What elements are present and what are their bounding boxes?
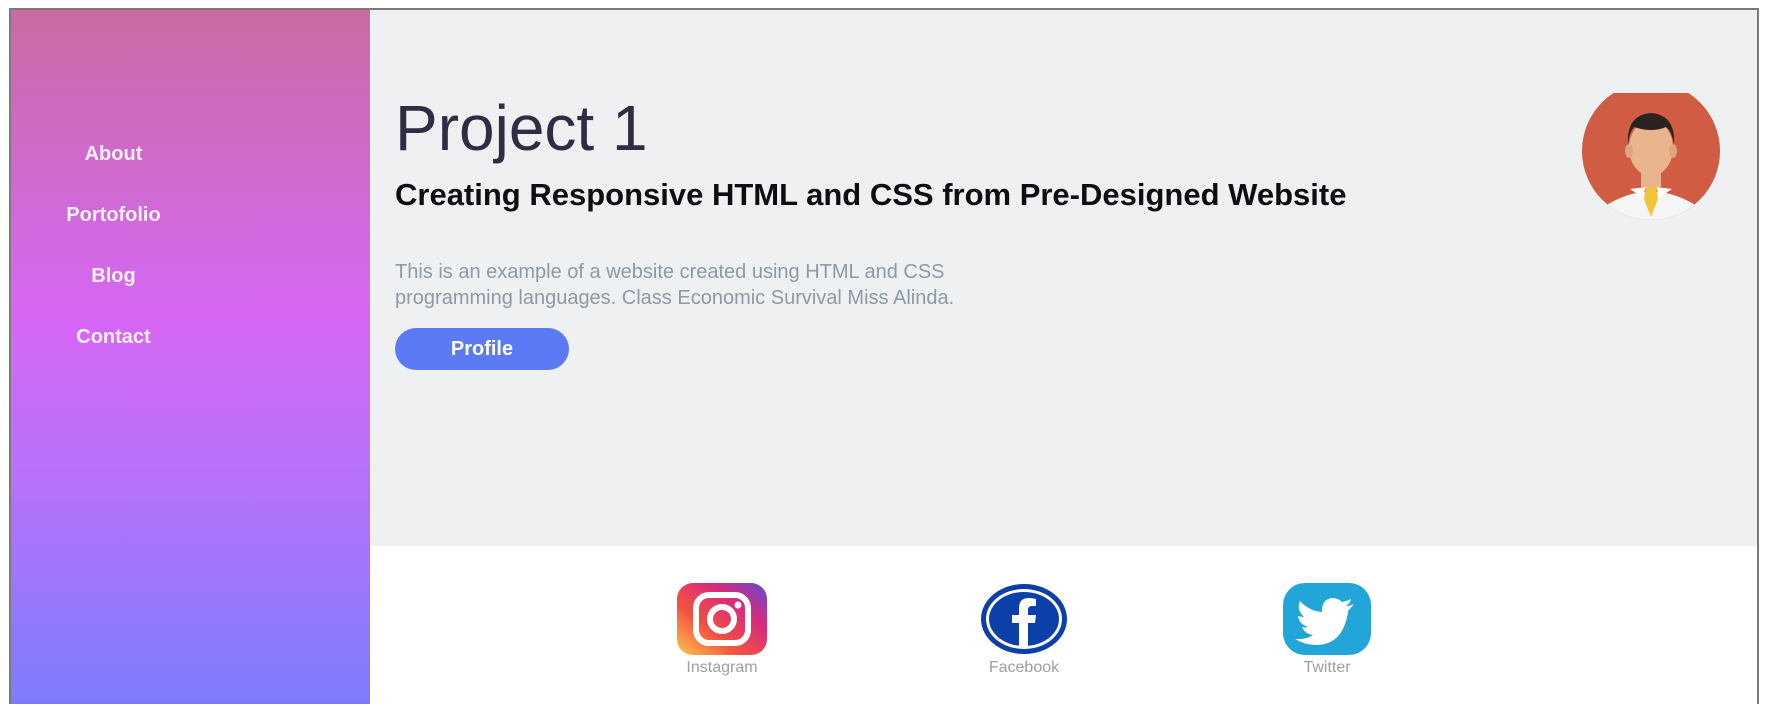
hero-description-line-2: programming languages. Class Economic Su… xyxy=(395,287,955,309)
person-avatar-icon xyxy=(1582,82,1720,231)
social-facebook[interactable]: Facebook xyxy=(964,583,1084,677)
hero-section: Project 1 Creating Responsive HTML and C… xyxy=(370,10,1757,546)
nav-item-portofolio[interactable]: Portofolio xyxy=(11,203,216,227)
social-label-instagram: Instagram xyxy=(686,659,758,676)
instagram-icon xyxy=(677,583,767,655)
social-label-twitter: Twitter xyxy=(1303,659,1351,676)
social-bar: Instagram Facebook Twitter xyxy=(370,546,1757,704)
sidebar: About Portofolio Blog Contact xyxy=(11,10,370,704)
profile-button[interactable]: Profile xyxy=(395,328,569,370)
social-label-facebook: Facebook xyxy=(988,659,1060,676)
page-title: Project 1 xyxy=(395,92,648,164)
nav-item-contact[interactable]: Contact xyxy=(11,325,216,349)
twitter-icon xyxy=(1283,583,1371,655)
social-twitter[interactable]: Twitter xyxy=(1267,583,1387,677)
nav-item-about[interactable]: About xyxy=(11,142,216,166)
page-frame: About Portofolio Blog Contact Project 1 … xyxy=(9,8,1759,704)
hero-description: This is an example of a website created … xyxy=(395,259,1095,311)
social-instagram[interactable]: Instagram xyxy=(662,583,782,677)
page-subtitle: Creating Responsive HTML and CSS from Pr… xyxy=(395,177,1347,212)
nav-item-blog[interactable]: Blog xyxy=(11,264,216,288)
hero-description-line-1: This is an example of a website created … xyxy=(395,261,945,283)
sidebar-nav: About Portofolio Blog Contact xyxy=(11,142,216,386)
facebook-icon xyxy=(981,584,1067,654)
